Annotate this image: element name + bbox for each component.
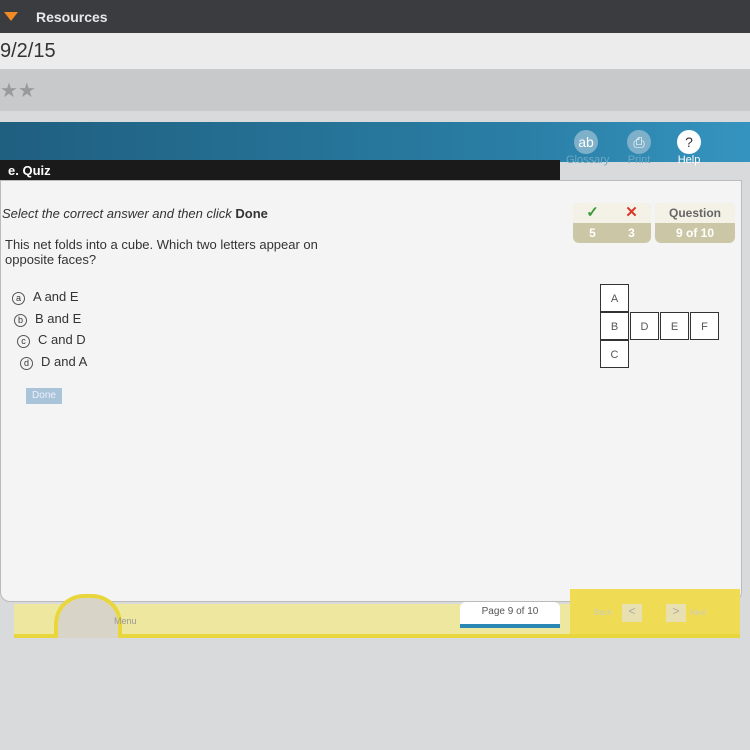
option-a[interactable]: aA and E <box>12 289 79 305</box>
next-label: Next <box>690 608 707 617</box>
menu-icon[interactable] <box>54 594 122 638</box>
footer-bar: Menu Page 9 of 10 Back < > Next <box>14 589 740 638</box>
glossary-icon: ab <box>574 130 598 154</box>
print-icon: ⎙ <box>627 130 651 154</box>
menu-button[interactable]: Menu <box>114 616 137 626</box>
net-face: C <box>600 340 629 368</box>
help-icon: ? <box>677 130 701 154</box>
page-indicator: Page 9 of 10 <box>460 602 560 628</box>
option-c[interactable]: cC and D <box>17 332 86 348</box>
section-bar: e. Quiz <box>0 160 560 180</box>
question-counter: Question 9 of 10 <box>655 203 735 243</box>
x-icon: ✕ <box>625 204 638 221</box>
correct-count: 5 <box>589 226 596 240</box>
instruction: Select the correct answer and then click… <box>2 206 268 221</box>
dropdown-arrow-icon[interactable] <box>4 12 18 21</box>
glossary-button[interactable]: ab Glossary <box>566 130 609 166</box>
net-face: E <box>660 312 689 340</box>
resources-menu[interactable]: Resources <box>36 9 108 25</box>
score-box: ✓ ✕ 5 3 <box>573 203 651 243</box>
wrong-count: 3 <box>628 226 635 240</box>
back-label: Back <box>594 608 612 617</box>
net-face: B <box>600 312 629 340</box>
check-icon: ✓ <box>586 204 599 221</box>
top-bar: Resources <box>0 0 750 33</box>
section-title: e. Quiz <box>8 163 51 178</box>
net-face: A <box>600 284 629 312</box>
net-face: F <box>690 312 719 340</box>
done-button[interactable]: Done <box>26 388 62 404</box>
star-rating: ★★ <box>0 80 36 102</box>
option-d[interactable]: dD and A <box>20 354 87 370</box>
question-text: This net folds into a cube. Which two le… <box>5 237 318 267</box>
net-face: D <box>630 312 659 340</box>
help-button[interactable]: ? Help <box>669 130 709 166</box>
back-button[interactable]: < <box>622 604 642 622</box>
option-b[interactable]: bB and E <box>14 311 81 327</box>
print-button[interactable]: ⎙ Print <box>619 130 659 166</box>
date: 9/2/15 <box>0 40 56 62</box>
next-button[interactable]: > <box>666 604 686 622</box>
